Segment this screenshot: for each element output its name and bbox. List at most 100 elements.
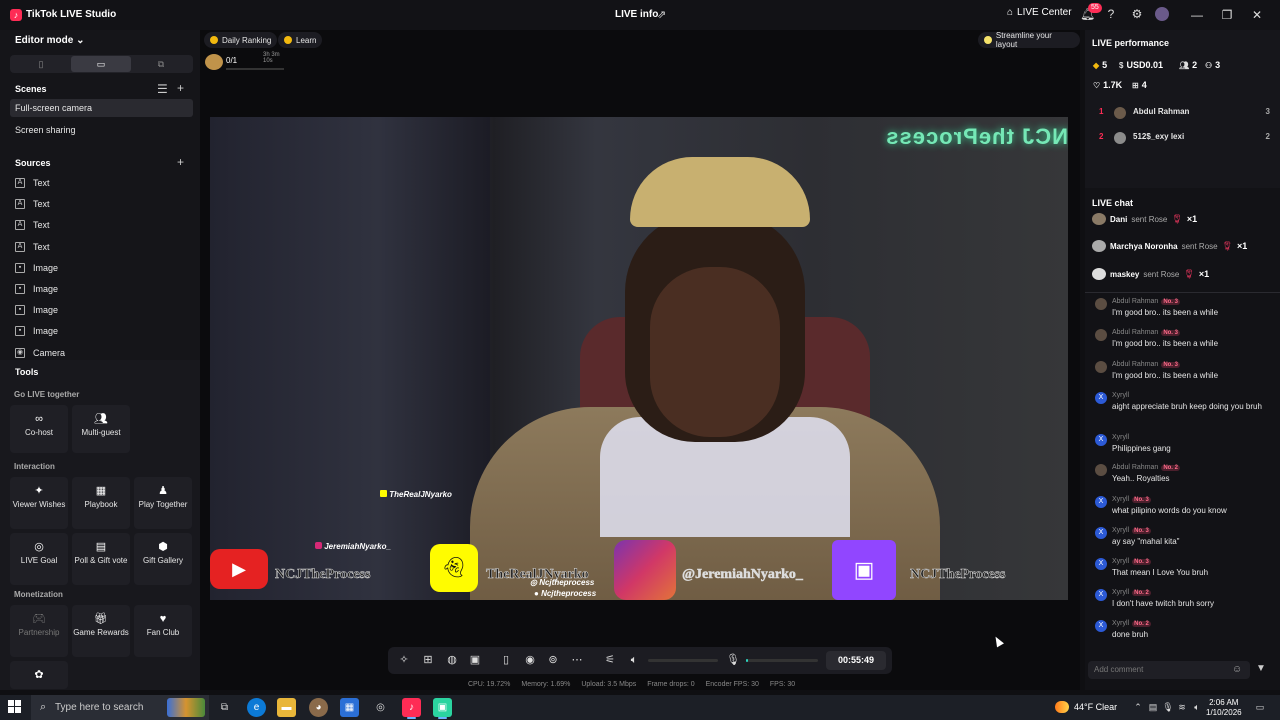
game-rewards-button[interactable]: 🎁︎ Game Rewards — [72, 605, 130, 657]
gift-gallery-button[interactable]: ⬢ Gift Gallery — [134, 533, 192, 585]
mic-level-slider[interactable] — [746, 659, 818, 662]
edge-icon[interactable]: e — [247, 698, 266, 717]
top-gifter-row[interactable]: 1 Abdul Rahman 3 — [1097, 107, 1272, 121]
chat-username: Xyryll No. 3 — [1112, 527, 1151, 534]
microphone-icon[interactable]: 🎙︎ — [726, 653, 740, 667]
filter-icon[interactable]: ▼ — [1256, 663, 1268, 675]
portrait-layout-button[interactable]: ▯ — [11, 56, 71, 72]
landscape-layout-button[interactable]: ▭ — [71, 56, 131, 72]
rewards-icon: 🎁︎ — [94, 613, 108, 625]
live-goal-button[interactable]: ◎ LIVE Goal — [10, 533, 68, 585]
text-icon: A — [15, 199, 25, 209]
comment-input[interactable]: Add comment — [1088, 661, 1250, 679]
volume-icon[interactable]: 🔈︎ — [1191, 701, 1203, 713]
app-icon[interactable]: ◕ — [309, 698, 328, 717]
gear-icon[interactable]: ⚙ — [1130, 7, 1144, 21]
partnership-button[interactable]: 🎮︎ Partnership — [10, 605, 68, 657]
sources-header: Sources — [15, 158, 51, 168]
tiktok-icon[interactable]: ♪ — [402, 698, 421, 719]
multiguest-button[interactable]: 👥︎ Multi-guest — [72, 405, 130, 453]
learn-pill[interactable]: Learn — [278, 32, 323, 48]
camera-switch-icon[interactable]: ⊚ — [546, 653, 560, 667]
cohost-button[interactable]: ∞ Co-host — [10, 405, 68, 453]
top-gifter-row[interactable]: 2 512$_exy lexi 2 — [1097, 132, 1272, 146]
live-center-button[interactable]: ⌂ LIVE Center — [1007, 7, 1072, 18]
chat-message-text: what pilipino words do you know — [1112, 506, 1227, 515]
editor-mode-dropdown[interactable]: Editor mode ⌄ — [15, 35, 85, 46]
source-item[interactable]: ▪ Image — [15, 324, 58, 338]
playbook-button[interactable]: ▦ Playbook — [72, 477, 130, 529]
settings-sliders-icon[interactable]: ⚟ — [603, 653, 617, 667]
gifter-name: 512$_exy lexi — [1133, 132, 1185, 141]
stat-value: 4 — [1141, 80, 1147, 90]
media-icon[interactable]: ▣ — [468, 653, 482, 667]
taskbar-clock[interactable]: 2:06 AM 1/10/2026 — [1206, 698, 1242, 718]
ranking-widget[interactable]: 0/1 3h 3m 10s — [205, 52, 287, 74]
help-icon[interactable]: ? — [1104, 7, 1118, 21]
add-scene-icon[interactable]: + — [177, 81, 184, 95]
volume-slider[interactable] — [648, 659, 718, 662]
gifter-rank-badge: No. 3 — [1161, 330, 1180, 336]
phone-icon[interactable]: ▯ — [499, 653, 513, 667]
task-view-icon[interactable]: ⧉ — [215, 698, 234, 717]
fan-club-button[interactable]: ♥ Fan Club — [134, 605, 192, 657]
chat-message-text: I'm good bro.. its been a while — [1112, 371, 1219, 380]
usd-stat: $ USD0.01 — [1119, 60, 1163, 70]
browser-icon[interactable]: ◎ — [371, 698, 390, 717]
poll-gift-vote-button[interactable]: ▤ Poll & Gift vote — [72, 533, 130, 585]
camera-preview[interactable]: NCJ theProcess TheRealJNyarko JeremiahNy… — [210, 117, 1068, 600]
streamline-pill[interactable]: Streamline your layout — [978, 31, 1080, 49]
scene-item[interactable]: Full-screen camera — [10, 99, 193, 117]
live-performance-title: LIVE performance — [1092, 38, 1170, 48]
minimize-icon[interactable]: — — [1187, 6, 1207, 24]
tiktok-logo-icon: ♪ — [10, 9, 22, 21]
share-icon[interactable]: ⇗ — [657, 8, 669, 21]
snapchat-small-icon — [380, 490, 387, 497]
microphone-tray-icon[interactable]: 🎙︎ — [1162, 701, 1174, 713]
avatar[interactable] — [1155, 7, 1169, 21]
image-icon: ▪ — [15, 305, 25, 315]
source-item[interactable]: A Text — [15, 176, 50, 190]
learn-label: Learn — [296, 35, 317, 45]
speaker-icon[interactable]: 🔈︎ — [627, 653, 641, 667]
restore-icon[interactable]: ❐ — [1217, 6, 1237, 24]
play-together-button[interactable]: ♟ Play Together — [134, 477, 192, 529]
tiktok-studio-icon[interactable]: ▣ — [433, 698, 452, 719]
viewer-wishes-button[interactable]: ✦ Viewer Wishes — [10, 477, 68, 529]
source-item[interactable]: A Text — [15, 218, 50, 232]
chevron-up-icon[interactable]: ⌃ — [1132, 701, 1144, 713]
live-info-title[interactable]: LIVE info — [615, 9, 658, 20]
person-face — [650, 267, 780, 437]
dual-layout-button[interactable]: ⧉ — [131, 56, 191, 72]
magic-wand-icon[interactable]: ✧ — [397, 653, 411, 667]
weather-icon — [1055, 701, 1069, 713]
add-source-icon[interactable]: + — [177, 155, 184, 169]
source-item[interactable]: ◉ Camera — [15, 346, 65, 360]
ranking-icon — [205, 54, 223, 70]
close-icon[interactable]: ✕ — [1247, 6, 1267, 24]
source-item[interactable]: ▪ Image — [15, 303, 58, 317]
store-icon[interactable]: ▦ — [340, 698, 359, 717]
network-tray-icon[interactable]: ▤ — [1147, 701, 1159, 713]
list-icon[interactable]: ☰ — [157, 82, 168, 96]
source-item[interactable]: ▪ Image — [15, 282, 58, 296]
more-tool-button[interactable]: ✿ — [10, 661, 68, 689]
source-item[interactable]: ▪ Image — [15, 261, 58, 275]
emoji-icon[interactable]: ☺ — [1232, 664, 1244, 676]
source-item[interactable]: A Text — [15, 197, 50, 211]
file-explorer-icon[interactable]: ▬ — [277, 698, 296, 717]
effects-icon[interactable]: ◍ — [445, 653, 459, 667]
add-source-icon[interactable]: ⊞ — [421, 653, 435, 667]
wifi-icon[interactable]: ≋ — [1176, 701, 1188, 713]
source-item[interactable]: A Text — [15, 240, 50, 254]
gift-action: sent Rose — [1143, 269, 1180, 279]
more-icon[interactable]: ⋯ — [570, 653, 584, 667]
weather-widget[interactable]: 44°F Clear — [1055, 701, 1117, 713]
notification-center-icon[interactable]: ▭ — [1254, 701, 1266, 713]
daily-ranking-pill[interactable]: Daily Ranking — [204, 32, 278, 48]
scene-item[interactable]: Screen sharing — [10, 121, 193, 139]
record-icon[interactable]: ◉ — [523, 653, 537, 667]
windows-start-icon[interactable] — [8, 700, 22, 714]
taskbar-search-box[interactable]: ⌕ Type here to search — [31, 695, 209, 720]
chat-username: Xyryll No. 2 — [1112, 589, 1151, 596]
